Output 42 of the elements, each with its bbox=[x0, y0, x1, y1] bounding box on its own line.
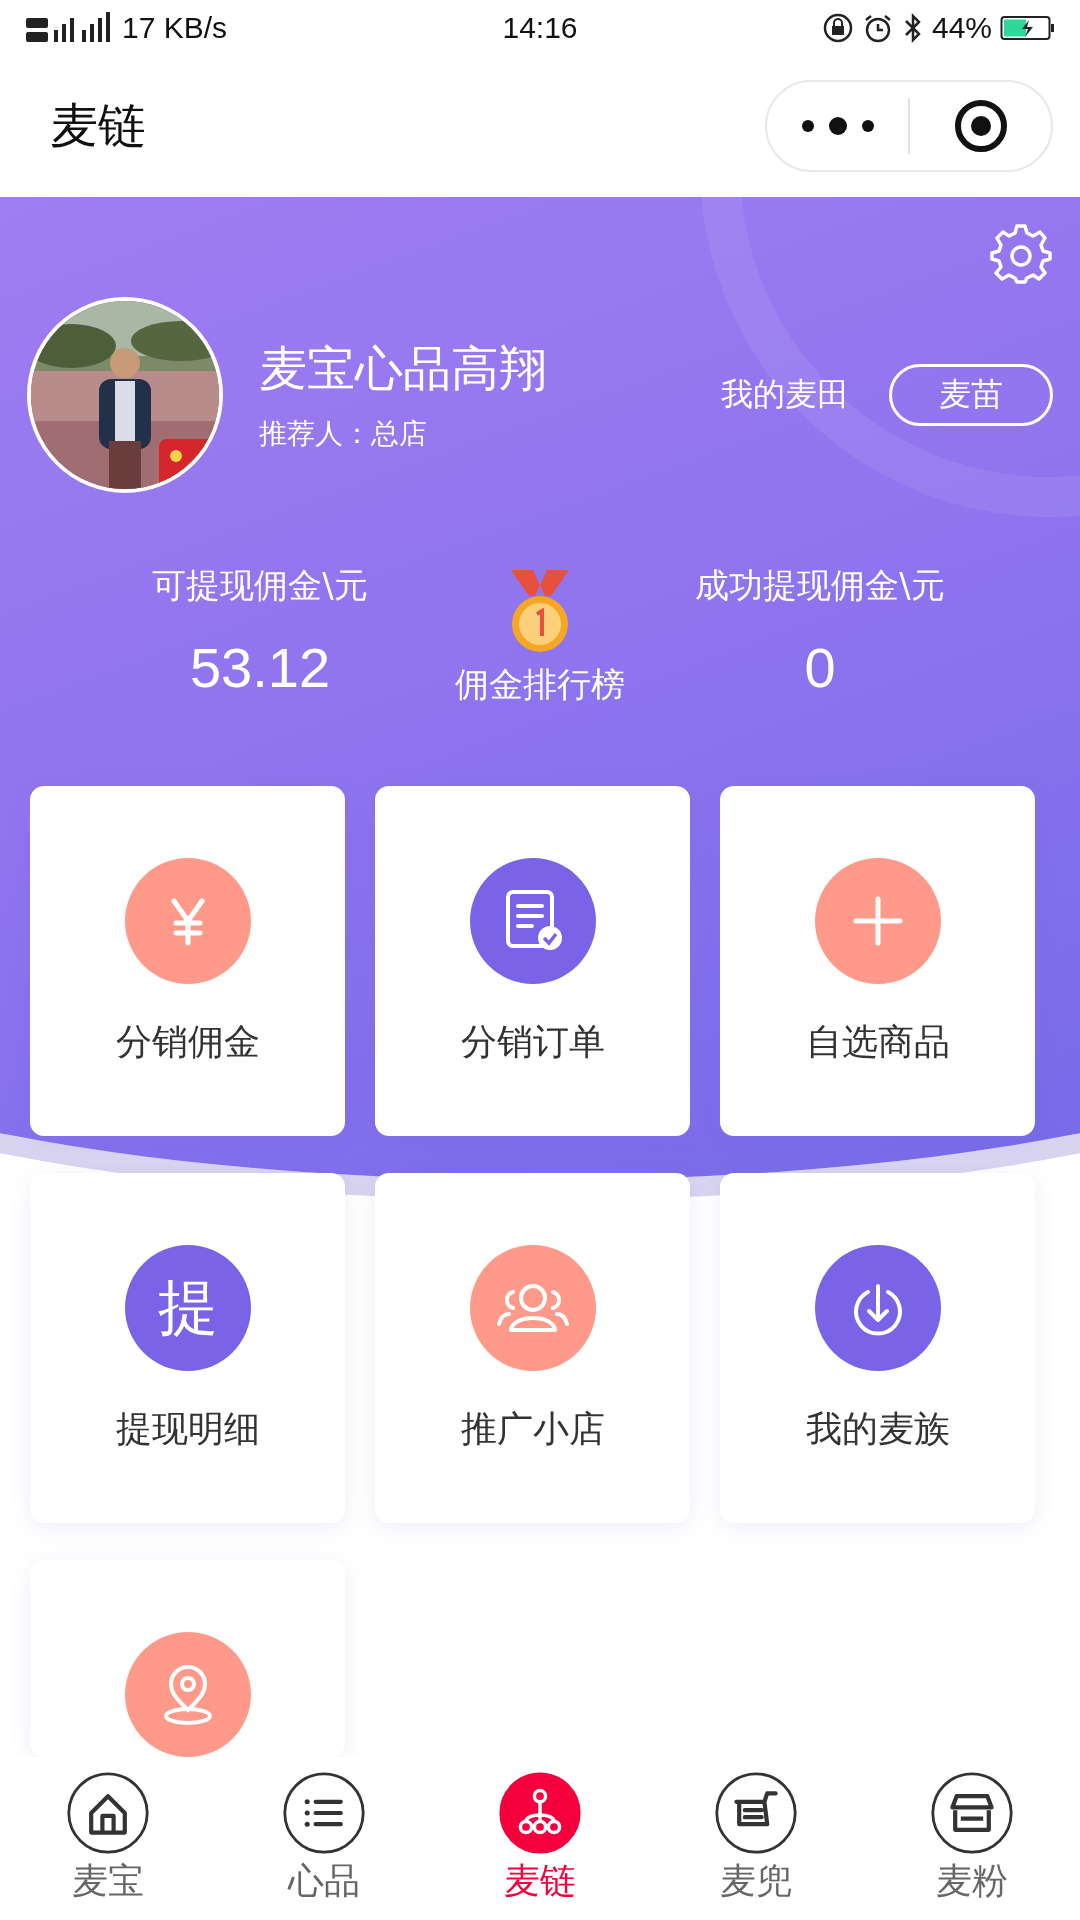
my-field-link[interactable]: 我的麦田 bbox=[721, 373, 849, 417]
stat-label: 可提现佣金\元 bbox=[152, 564, 368, 607]
battery-percent: 44% bbox=[931, 10, 992, 45]
tab-item[interactable]: 麦兜 bbox=[648, 1757, 864, 1920]
menu-card[interactable]: 提 提现明细 bbox=[30, 1173, 345, 1523]
card-label: 分销佣金 bbox=[115, 1020, 260, 1064]
menu-card[interactable]: 我的麦族 bbox=[720, 1173, 1035, 1523]
level-button[interactable]: 麦苗 bbox=[889, 364, 1053, 426]
stat-label: 成功提现佣金\元 bbox=[695, 564, 945, 607]
cart-icon bbox=[714, 1771, 798, 1855]
page-title: 麦链 bbox=[50, 96, 146, 155]
user-name: 麦宝心品高翔 bbox=[259, 339, 548, 398]
more-icon[interactable] bbox=[799, 116, 876, 136]
stat-value: 0 bbox=[804, 635, 836, 700]
battery-icon bbox=[1000, 13, 1056, 42]
card-label: 提现明细 bbox=[115, 1407, 260, 1451]
tab-item[interactable]: 麦宝 bbox=[0, 1757, 216, 1920]
list-icon bbox=[282, 1771, 366, 1855]
card-label: 推广小店 bbox=[460, 1407, 605, 1451]
referrer-text: 推荐人：总店 bbox=[259, 416, 428, 452]
network-speed: 17 KB/s bbox=[122, 10, 228, 45]
menu-card[interactable] bbox=[30, 1560, 345, 1757]
clock: 14:16 bbox=[502, 10, 578, 45]
tab-item[interactable]: 麦链 bbox=[432, 1757, 648, 1920]
menu-card[interactable]: 分销订单 bbox=[375, 786, 690, 1136]
menu-card[interactable]: 自选商品 bbox=[720, 786, 1035, 1136]
card-label: 自选商品 bbox=[805, 1020, 950, 1064]
card-label: 我的麦族 bbox=[805, 1407, 950, 1451]
card-label: 分销订单 bbox=[460, 1020, 605, 1064]
tab-item[interactable]: 麦粉 bbox=[864, 1757, 1080, 1920]
close-icon[interactable] bbox=[953, 99, 1008, 153]
settings-icon[interactable] bbox=[990, 223, 1052, 285]
rotation-lock-icon bbox=[821, 11, 854, 44]
menu-card[interactable]: 推广小店 bbox=[375, 1173, 690, 1523]
tab-item[interactable]: 心品 bbox=[216, 1757, 432, 1920]
ranking-link[interactable]: 佣金排行榜 bbox=[455, 662, 625, 708]
network-icon bbox=[498, 1771, 582, 1855]
menu-card[interactable]: 分销佣金 bbox=[30, 786, 345, 1136]
shop-icon bbox=[930, 1771, 1014, 1855]
house-icon bbox=[66, 1771, 150, 1855]
icon-badge: 提 bbox=[124, 1245, 251, 1371]
stat-value: 53.12 bbox=[189, 635, 331, 700]
